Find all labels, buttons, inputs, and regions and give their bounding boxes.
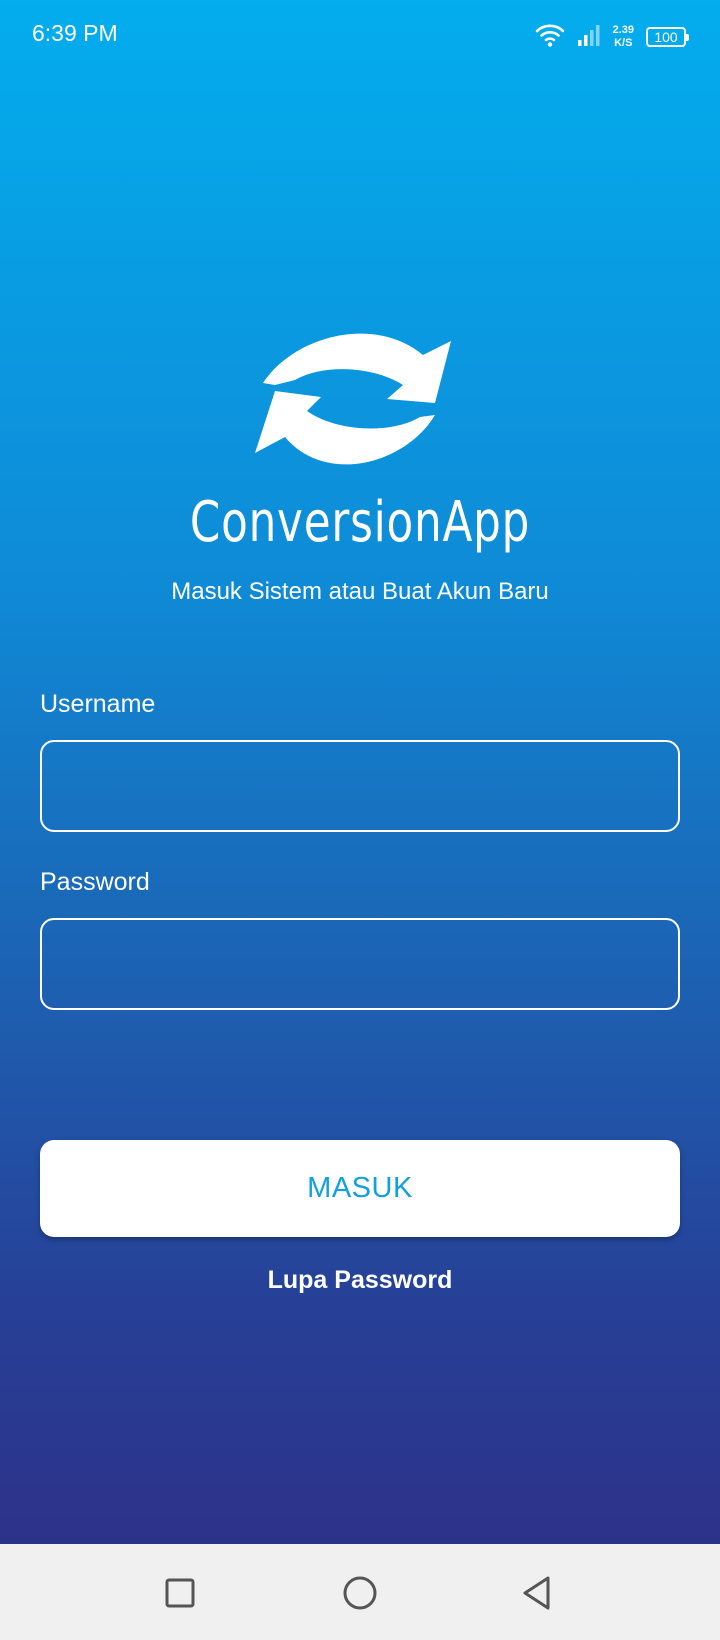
username-input[interactable]	[40, 740, 680, 832]
wifi-icon	[535, 22, 565, 53]
signal-icon	[577, 23, 601, 52]
password-input[interactable]	[40, 918, 680, 1010]
status-time: 6:39 PM	[32, 20, 118, 46]
network-speed-unit: K/S	[614, 37, 633, 49]
navigation-bar	[0, 1544, 720, 1640]
status-icons: 2.39 K/S 100	[535, 20, 689, 54]
back-triangle-icon[interactable]	[514, 1570, 560, 1616]
login-button[interactable]: MASUK	[40, 1140, 680, 1237]
app-subtitle: Masuk Sistem atau Buat Akun Baru	[171, 578, 549, 605]
network-speed-value: 2.39	[612, 24, 634, 36]
status-bar: 6:39 PM 2.39 K/S 100	[0, 0, 720, 74]
recents-square-icon[interactable]	[157, 1570, 203, 1616]
login-screen: 6:39 PM 2.39 K/S 100 ConversionApp Masuk…	[0, 0, 720, 1544]
forgot-password-link[interactable]: Lupa Password	[0, 1266, 720, 1295]
battery-icon: 100	[646, 27, 689, 47]
password-label: Password	[40, 868, 150, 896]
app-title: ConversionApp	[189, 490, 531, 555]
sync-arrows-icon	[255, 325, 465, 475]
screen: 6:39 PM 2.39 K/S 100 ConversionApp Masuk…	[0, 0, 720, 1640]
home-circle-icon[interactable]	[337, 1570, 383, 1616]
network-speed: 2.39 K/S	[613, 24, 634, 50]
username-label: Username	[40, 690, 156, 718]
battery-level: 100	[654, 29, 678, 45]
